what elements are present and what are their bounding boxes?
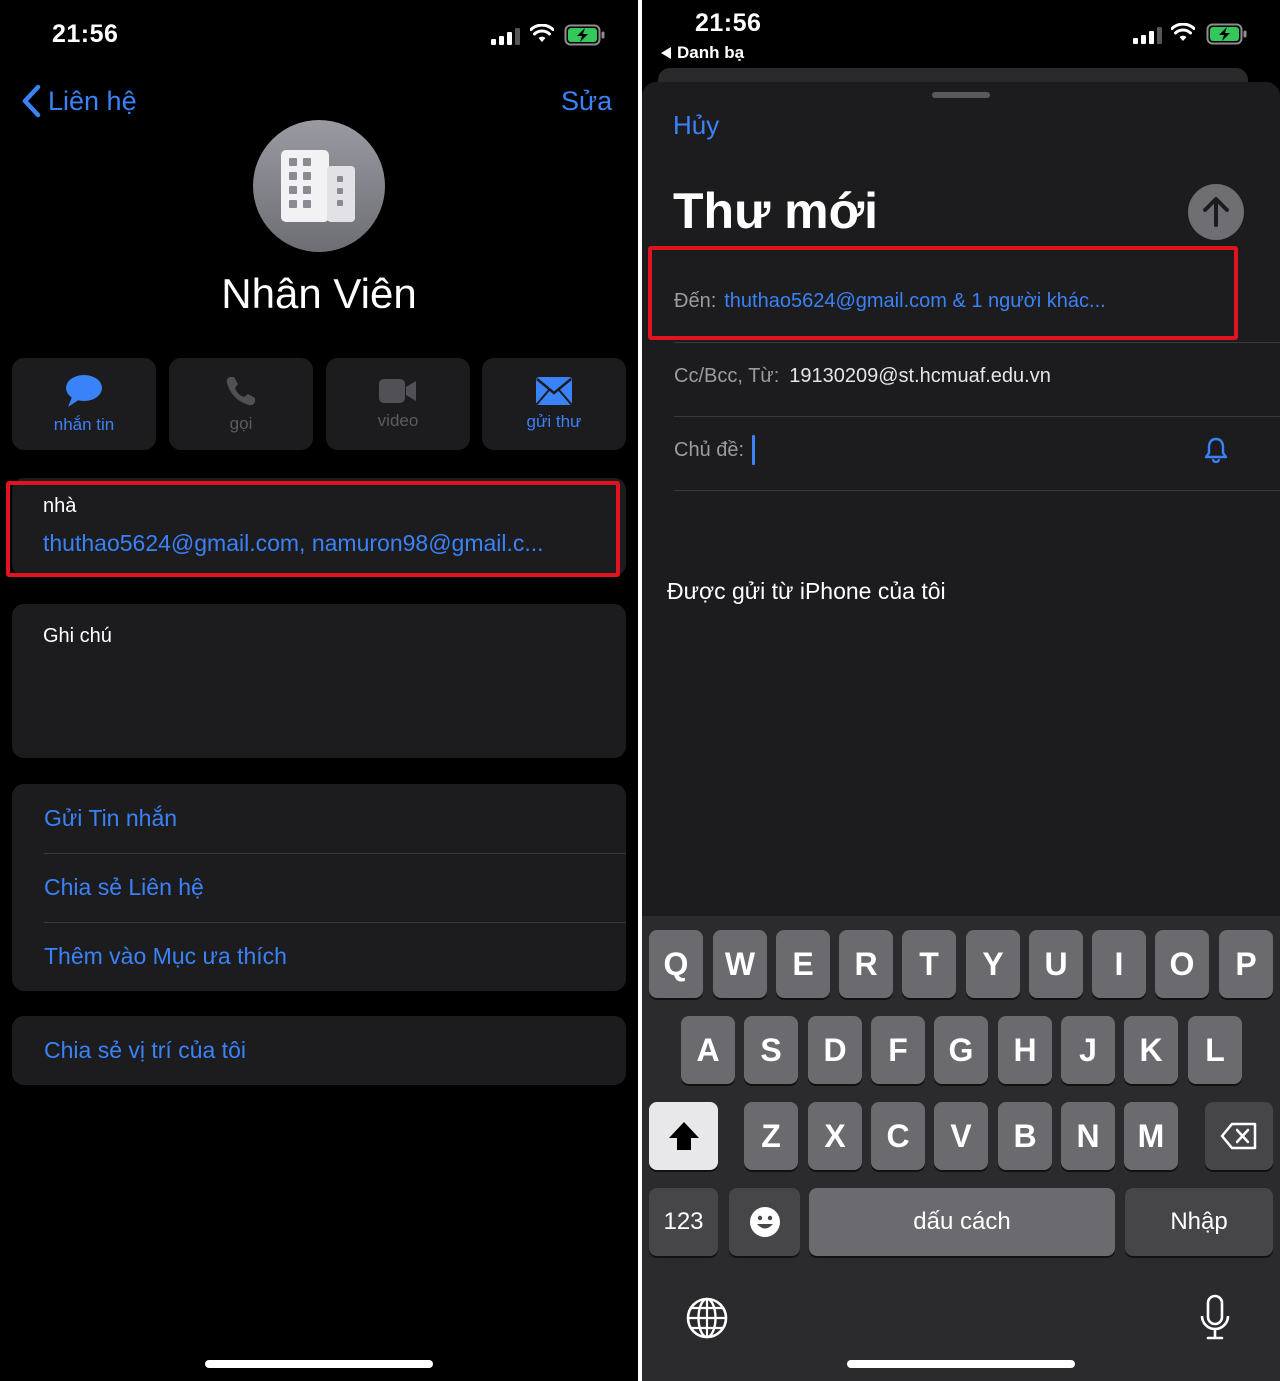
- avatar[interactable]: [253, 120, 385, 252]
- location-card: Chia sẻ vị trí của tôi: [12, 1016, 626, 1085]
- numbers-key[interactable]: 123: [649, 1188, 718, 1256]
- arrow-up-icon: [1203, 197, 1229, 227]
- key-z[interactable]: Z: [744, 1102, 798, 1170]
- key-s[interactable]: S: [744, 1016, 798, 1084]
- mail-button[interactable]: gửi thư: [482, 358, 626, 450]
- key-k[interactable]: K: [1124, 1016, 1178, 1084]
- battery-charging-icon: [1206, 23, 1248, 45]
- edit-button[interactable]: Sửa: [561, 86, 612, 117]
- shift-arrow-icon: [668, 1122, 699, 1150]
- highlight-box-recipients: [648, 246, 1238, 340]
- options-card: Gửi Tin nhắn Chia sẻ Liên hệ Thêm vào Mụ…: [12, 784, 626, 991]
- key-p[interactable]: P: [1219, 930, 1273, 998]
- compose-title: Thư mới: [673, 183, 879, 239]
- key-o[interactable]: O: [1155, 930, 1209, 998]
- triangle-left-icon: [661, 47, 671, 59]
- shift-key[interactable]: [649, 1102, 718, 1170]
- notes-card[interactable]: Ghi chú: [12, 604, 626, 758]
- home-indicator[interactable]: [205, 1360, 433, 1368]
- field-separator: [674, 342, 1280, 343]
- emoji-icon: [749, 1207, 780, 1237]
- key-x[interactable]: X: [808, 1102, 862, 1170]
- subject-field[interactable]: Chủ đề:: [674, 433, 1280, 467]
- field-separator: [674, 416, 1280, 417]
- field-separator: [674, 490, 1280, 491]
- back-label: Liên hệ: [48, 85, 137, 116]
- bell-icon[interactable]: [1204, 437, 1228, 468]
- back-to-app-label: Danh bạ: [677, 43, 745, 62]
- mail-icon: [536, 377, 572, 405]
- mail-compose-screen: 21:56 Danh bạ Hủy Thư mới Đến: thuthao56…: [642, 0, 1280, 1381]
- phone-icon: [226, 377, 255, 406]
- space-key[interactable]: dấu cách: [809, 1188, 1115, 1256]
- key-r[interactable]: R: [839, 930, 893, 998]
- cc-label: Cc/Bcc, Từ:: [674, 364, 780, 387]
- sheet-grabber[interactable]: [932, 92, 990, 98]
- microphone-icon[interactable]: [1198, 1294, 1232, 1347]
- mail-button-label: gửi thư: [526, 412, 582, 431]
- notes-label: Ghi chú: [43, 625, 112, 647]
- backspace-icon: [1220, 1122, 1257, 1150]
- video-icon: [379, 379, 416, 403]
- message-button-label: nhắn tin: [53, 415, 115, 434]
- key-d[interactable]: D: [808, 1016, 862, 1084]
- keyboard: Q W E R T Y U I O P A S D F G H J K L Z …: [642, 916, 1280, 1381]
- key-l[interactable]: L: [1188, 1016, 1242, 1084]
- send-message-option[interactable]: Gửi Tin nhắn: [12, 784, 626, 853]
- back-to-app-button[interactable]: Danh bạ: [661, 43, 744, 63]
- key-i[interactable]: I: [1092, 930, 1146, 998]
- building-icon: [281, 150, 355, 222]
- highlight-box-email: [6, 481, 620, 577]
- message-button[interactable]: nhắn tin: [12, 358, 156, 450]
- key-n[interactable]: N: [1061, 1102, 1115, 1170]
- contact-screen: 21:56 Liên hệ Sửa Nhân Viên nhắn tin gọi…: [0, 0, 638, 1381]
- send-button[interactable]: [1188, 184, 1244, 240]
- back-button[interactable]: Liên hệ: [20, 84, 137, 118]
- key-m[interactable]: M: [1124, 1102, 1178, 1170]
- status-time: 21:56: [695, 9, 762, 37]
- key-b[interactable]: B: [998, 1102, 1052, 1170]
- call-button[interactable]: gọi: [169, 358, 313, 450]
- key-u[interactable]: U: [1029, 930, 1083, 998]
- key-y[interactable]: Y: [966, 930, 1020, 998]
- status-time: 21:56: [52, 20, 119, 48]
- cancel-button[interactable]: Hủy: [673, 110, 719, 141]
- key-f[interactable]: F: [871, 1016, 925, 1084]
- add-favorite-option[interactable]: Thêm vào Mục ưa thích: [12, 922, 626, 991]
- from-address: 19130209@st.hcmuaf.edu.vn: [789, 364, 1051, 387]
- home-indicator[interactable]: [847, 1360, 1075, 1368]
- key-h[interactable]: H: [998, 1016, 1052, 1084]
- email-signature[interactable]: Được gửi từ iPhone của tôi: [667, 578, 946, 605]
- key-a[interactable]: A: [681, 1016, 735, 1084]
- video-button-label: video: [377, 411, 419, 430]
- key-j[interactable]: J: [1061, 1016, 1115, 1084]
- video-button[interactable]: video: [326, 358, 470, 450]
- share-contact-option[interactable]: Chia sẻ Liên hệ: [12, 853, 626, 922]
- key-w[interactable]: W: [713, 930, 767, 998]
- key-t[interactable]: T: [902, 930, 956, 998]
- contact-name: Nhân Viên: [221, 270, 417, 317]
- key-q[interactable]: Q: [649, 930, 703, 998]
- cellular-signal-icon: [1133, 26, 1162, 44]
- key-v[interactable]: V: [934, 1102, 988, 1170]
- battery-charging-icon: [564, 24, 606, 46]
- text-cursor: [752, 435, 756, 465]
- subject-label: Chủ đề:: [674, 438, 745, 461]
- message-bubble-icon: [66, 375, 102, 407]
- call-button-label: gọi: [229, 414, 253, 433]
- wifi-icon: [530, 24, 554, 44]
- emoji-key[interactable]: [729, 1188, 800, 1256]
- delete-key[interactable]: [1205, 1102, 1273, 1170]
- return-key[interactable]: Nhập: [1125, 1188, 1273, 1256]
- key-e[interactable]: E: [776, 930, 830, 998]
- key-c[interactable]: C: [871, 1102, 925, 1170]
- key-g[interactable]: G: [934, 1016, 988, 1084]
- cellular-signal-icon: [491, 27, 520, 45]
- globe-icon[interactable]: [685, 1296, 729, 1345]
- cc-from-field[interactable]: Cc/Bcc, Từ: 19130209@st.hcmuaf.edu.vn: [674, 361, 1280, 391]
- chevron-left-icon: [22, 84, 41, 118]
- share-location-option[interactable]: Chia sẻ vị trí của tôi: [12, 1016, 626, 1085]
- wifi-icon: [1171, 23, 1195, 43]
